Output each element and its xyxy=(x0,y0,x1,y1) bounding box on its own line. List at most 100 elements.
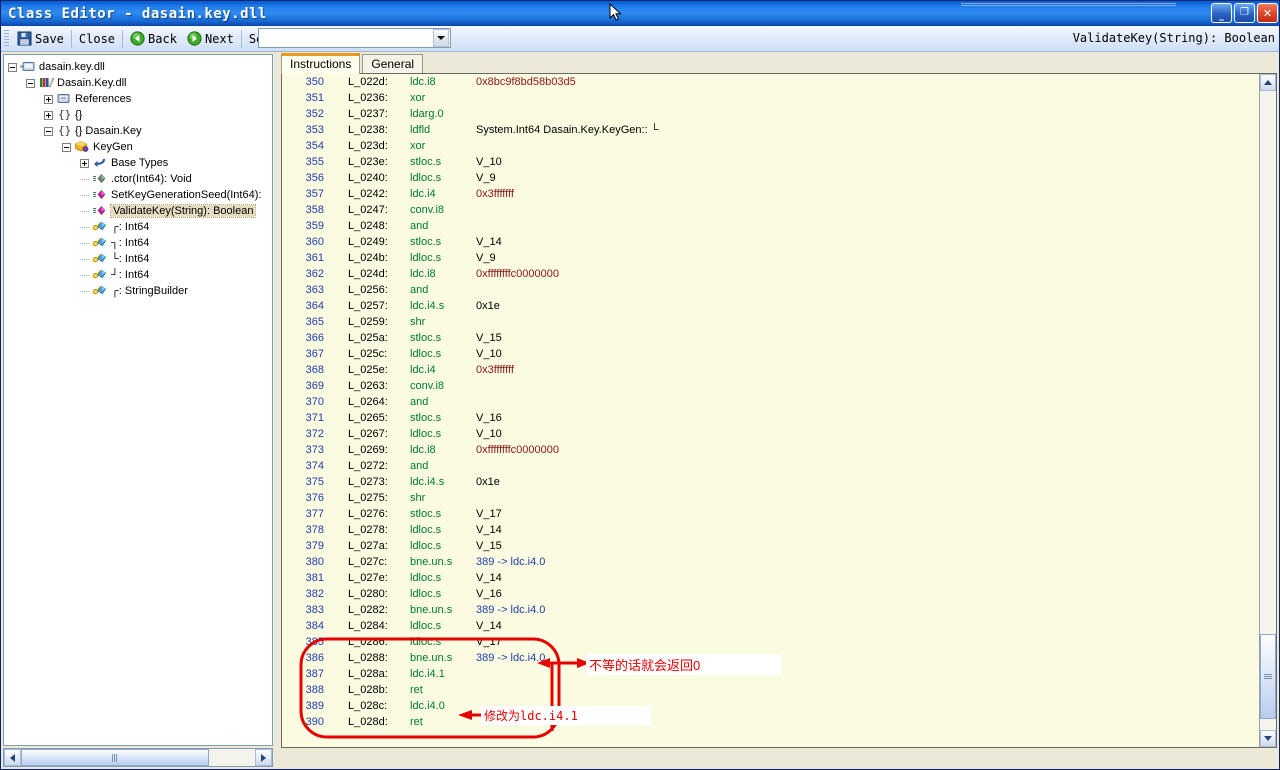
tab-instructions[interactable]: Instructions xyxy=(281,53,361,74)
instruction-row[interactable]: 365 L_0259: shr xyxy=(282,314,1259,330)
tree-node[interactable]: ┌: Int64 xyxy=(8,219,272,235)
tree-hscroll-thumb[interactable] xyxy=(21,749,209,766)
chevron-left-icon xyxy=(10,753,15,762)
tab-general[interactable]: General xyxy=(362,54,424,74)
instructions-panel[interactable]: 350 L_022d: ldc.i8 0x8bc9f8bd58b03d5 351 L_02… xyxy=(281,73,1277,748)
tree-node[interactable]: {} {} Dasain.Key xyxy=(8,123,272,139)
tree-node[interactable]: KeyGen xyxy=(8,139,272,155)
instruction-offset-label: L_023d: xyxy=(348,140,388,152)
instruction-row[interactable]: 354 L_023d: xor xyxy=(282,138,1259,154)
instruction-row[interactable]: 370 L_0264: and xyxy=(282,394,1259,410)
expand-node-button[interactable] xyxy=(44,94,53,104)
instruction-offset-label: L_0278: xyxy=(348,524,388,536)
instruction-row[interactable]: 355 L_023e: stloc.s V_10 xyxy=(282,154,1259,170)
instruction-row[interactable]: 390 L_028d: ret xyxy=(282,714,1259,730)
instruction-opcode: ldc.i4 xyxy=(410,188,436,200)
close-doc-button[interactable]: Close xyxy=(74,28,120,50)
instruction-row[interactable]: 360 L_0249: stloc.s V_14 xyxy=(282,234,1259,250)
instruction-row[interactable]: 371 L_0265: stloc.s V_16 xyxy=(282,410,1259,426)
instruction-row[interactable]: 353 L_0238: ldfld System.Int64 Dasain.Key.K… xyxy=(282,122,1259,138)
instruction-row[interactable]: 384 L_0284: ldloc.s V_14 xyxy=(282,618,1259,634)
instruction-row[interactable]: 381 L_027e: ldloc.s V_14 xyxy=(282,570,1259,586)
collapse-node-button[interactable] xyxy=(62,142,71,152)
instruction-row[interactable]: 375 L_0273: ldc.i4.s 0x1e xyxy=(282,474,1259,490)
instruction-row[interactable]: 366 L_025a: stloc.s V_15 xyxy=(282,330,1259,346)
instruction-opcode: and xyxy=(410,220,429,232)
instruction-offset-label: L_027a: xyxy=(348,540,388,552)
instruction-row[interactable]: 362 L_024d: ldc.i8 0xffffffffc0000000 xyxy=(282,266,1259,282)
instruction-row[interactable]: 377 L_0276: stloc.s V_17 xyxy=(282,506,1259,522)
scroll-up-button[interactable] xyxy=(1260,74,1276,91)
tree-node[interactable]: ┘: Int64 xyxy=(8,267,272,283)
instruction-offset-label: L_0248: xyxy=(348,220,388,232)
tree-horizontal-scrollbar[interactable] xyxy=(3,748,273,767)
assembly-tree-panel[interactable]: dasain.key.dll Dasain.Key.dll References {}… xyxy=(3,54,273,746)
close-button[interactable]: ✕ xyxy=(1257,3,1278,23)
tree-node[interactable]: SetKeyGenerationSeed(Int64): xyxy=(8,187,272,203)
instruction-row[interactable]: 372 L_0267: ldloc.s V_10 xyxy=(282,426,1259,442)
instruction-row[interactable]: 378 L_0278: ldloc.s V_14 xyxy=(282,522,1259,538)
instruction-offset-label: L_0249: xyxy=(348,236,388,248)
instruction-row[interactable]: 389 L_028c: ldc.i4.0 xyxy=(282,698,1259,714)
tree-node[interactable]: ┐: Int64 xyxy=(8,235,272,251)
next-button[interactable]: Next xyxy=(182,28,239,50)
maximize-button[interactable]: ❐ xyxy=(1234,3,1255,23)
window-title-bar[interactable]: Class Editor - dasain.key.dll _ ❐ ✕ xyxy=(1,1,1279,26)
tree-node[interactable]: └: Int64 xyxy=(8,251,272,267)
instruction-row[interactable]: 368 L_025e: ldc.i4 0x3fffffff xyxy=(282,362,1259,378)
instruction-row[interactable]: 359 L_0248: and xyxy=(282,218,1259,234)
instruction-row[interactable]: 382 L_0280: ldloc.s V_16 xyxy=(282,586,1259,602)
collapse-node-button[interactable] xyxy=(8,62,17,72)
tree-node[interactable]: Base Types xyxy=(8,155,272,171)
minimize-button[interactable]: _ xyxy=(1211,3,1232,23)
instruction-row[interactable]: 361 L_024b: ldloc.s V_9 xyxy=(282,250,1259,266)
tree-node[interactable]: Dasain.Key.dll xyxy=(8,75,272,91)
back-button[interactable]: Back xyxy=(125,28,182,50)
instruction-row[interactable]: 380 L_027c: bne.un.s 389 -> ldc.i4.0 xyxy=(282,554,1259,570)
expand-node-button[interactable] xyxy=(44,110,53,120)
scroll-down-button[interactable] xyxy=(1260,730,1276,747)
instruction-row[interactable]: 388 L_028b: ret xyxy=(282,682,1259,698)
instruction-row[interactable]: 367 L_025c: ldloc.s V_10 xyxy=(282,346,1259,362)
tree-node[interactable]: {} {} xyxy=(8,107,272,123)
instruction-row[interactable]: 358 L_0247: conv.i8 xyxy=(282,202,1259,218)
instruction-row[interactable]: 350 L_022d: ldc.i8 0x8bc9f8bd58b03d5 xyxy=(282,74,1259,90)
tree-node[interactable]: .ctor(Int64): Void xyxy=(8,171,272,187)
instruction-row[interactable]: 351 L_0236: xor xyxy=(282,90,1259,106)
search-input[interactable] xyxy=(263,30,433,46)
instruction-row[interactable]: 369 L_0263: conv.i8 xyxy=(282,378,1259,394)
scroll-right-button[interactable] xyxy=(255,749,272,766)
combo-dropdown-button[interactable] xyxy=(433,29,449,47)
instruction-opcode: xor xyxy=(410,140,426,152)
instruction-row[interactable]: 376 L_0275: shr xyxy=(282,490,1259,506)
tree-node[interactable]: References xyxy=(8,91,272,107)
instruction-row[interactable]: 352 L_0237: ldarg.0 xyxy=(282,106,1259,122)
instruction-row[interactable]: 387 L_028a: ldc.i4.1 xyxy=(282,666,1259,682)
instruction-offset-label: L_0240: xyxy=(348,172,388,184)
instruction-row[interactable]: 357 L_0242: ldc.i4 0x3fffffff xyxy=(282,186,1259,202)
save-button[interactable]: Save xyxy=(12,28,69,50)
tree-node[interactable]: ValidateKey(String): Boolean xyxy=(8,203,272,219)
chevron-right-icon xyxy=(261,753,266,762)
instruction-row[interactable]: 373 L_0269: ldc.i8 0xffffffffc0000000 xyxy=(282,442,1259,458)
tree-node[interactable]: dasain.key.dll xyxy=(8,59,272,75)
instruction-row[interactable]: 363 L_0256: and xyxy=(282,282,1259,298)
instructions-vscroll-thumb[interactable] xyxy=(1260,634,1276,719)
scroll-left-button[interactable] xyxy=(4,749,21,766)
instruction-opcode: and xyxy=(410,284,429,296)
instructions-vertical-scrollbar[interactable] xyxy=(1259,74,1276,747)
collapse-node-button[interactable] xyxy=(26,78,35,88)
instruction-row[interactable]: 374 L_0272: and xyxy=(282,458,1259,474)
instruction-row[interactable]: 356 L_0240: ldloc.s V_9 xyxy=(282,170,1259,186)
collapse-node-button[interactable] xyxy=(44,126,53,136)
search-combobox[interactable] xyxy=(258,28,451,48)
instruction-row[interactable]: 385 L_0286: ldloc.s V_17 xyxy=(282,634,1259,650)
instruction-row[interactable]: 364 L_0257: ldc.i4.s 0x1e xyxy=(282,298,1259,314)
toolbar-grip[interactable] xyxy=(4,29,9,48)
instruction-row[interactable]: 386 L_0288: bne.un.s 389 -> ldc.i4.0 xyxy=(282,650,1259,666)
tree-hscroll-track[interactable] xyxy=(209,749,255,766)
tree-node[interactable]: ┌: StringBuilder xyxy=(8,283,272,299)
expand-node-button[interactable] xyxy=(80,158,89,168)
instruction-row[interactable]: 379 L_027a: ldloc.s V_15 xyxy=(282,538,1259,554)
instruction-row[interactable]: 383 L_0282: bne.un.s 389 -> ldc.i4.0 xyxy=(282,602,1259,618)
